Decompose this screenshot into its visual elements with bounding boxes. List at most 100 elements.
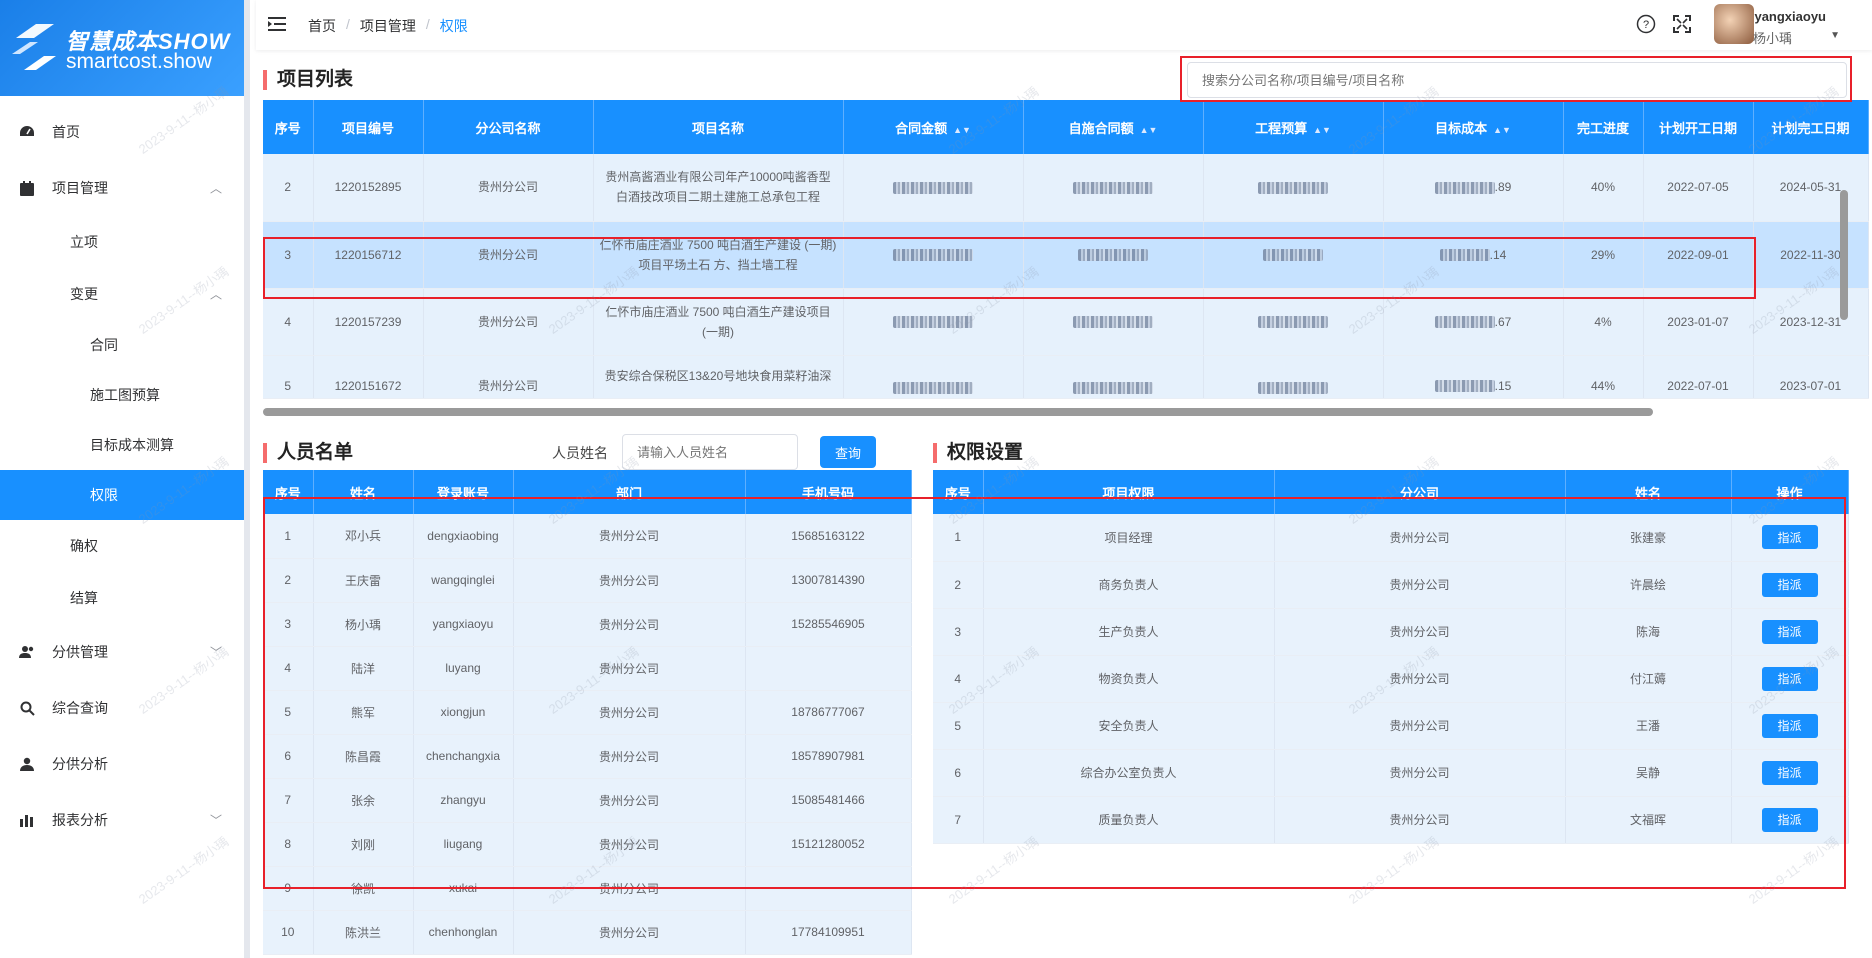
table-row[interactable]: 6 综合办公室负责人 贵州分公司 吴静 指派 (933, 749, 1849, 797)
assign-button[interactable]: 指派 (1761, 713, 1818, 738)
table-row[interactable]: 1 邓小兵 dengxiaobing 贵州分公司 15685163122 (263, 514, 912, 559)
sidebar-item-label: 分供分析 (52, 756, 108, 772)
assign-button[interactable]: 指派 (1761, 572, 1818, 597)
personnel-cell: 陈洪兰 (313, 910, 414, 955)
column-header-sortable[interactable]: 合同金额 ▲▼ (843, 100, 1024, 154)
assign-button[interactable]: 指派 (1761, 666, 1818, 691)
table-row[interactable]: 2 王庆雷 wangqinglei 贵州分公司 13007814390 (263, 558, 912, 603)
sort-icon[interactable]: ▲▼ (1140, 125, 1158, 135)
user-icon (18, 755, 36, 773)
sidebar-item-confirmation[interactable]: 确权 (0, 520, 244, 572)
help-icon[interactable]: ? (1636, 14, 1656, 34)
table-row[interactable]: 7 张余 zhangyu 贵州分公司 15085481466 (263, 778, 912, 823)
sidebar-item-home[interactable]: 首页 (0, 104, 244, 160)
assign-button[interactable]: 指派 (1761, 807, 1818, 832)
top-bar: 首页 / 项目管理 / 权限 ? yangxiaoyu 杨小瑀 ▼ (256, 0, 1872, 50)
cell-no: 3 (263, 221, 314, 289)
cell-progress: 40% (1563, 154, 1644, 222)
personnel-cell: 6 (263, 734, 314, 779)
avatar[interactable] (1714, 4, 1754, 44)
table-row[interactable]: 7 质量负责人 贵州分公司 文福晖 指派 (933, 796, 1849, 844)
breadcrumb-module[interactable]: 项目管理 (360, 16, 416, 36)
sidebar-item-change[interactable]: 变更 ︿ (0, 268, 244, 320)
permission-cell: 4 (933, 655, 984, 703)
personnel-cell: 刘刚 (313, 822, 414, 867)
query-button[interactable]: 查询 (820, 436, 876, 468)
sidebar-item-permission[interactable]: 权限 (0, 470, 244, 520)
sort-icon[interactable]: ▲▼ (1493, 125, 1511, 135)
sidebar-item-label: 立项 (70, 234, 98, 250)
column-header-sortable[interactable]: 自施合同额 ▲▼ (1023, 100, 1204, 154)
column-header: 序号 (263, 470, 314, 514)
table-row[interactable]: 10 陈洪兰 chenhonglan 贵州分公司 17784109951 (263, 910, 912, 955)
sidebar-item-settlement[interactable]: 结算 (0, 572, 244, 624)
assign-button[interactable]: 指派 (1761, 525, 1818, 550)
table-row-selected[interactable]: 3 1220156712 贵州分公司 仁怀市庙庄酒业 7500 吨白酒生产建设 … (263, 221, 1869, 289)
sidebar-item-subcontract[interactable]: 分供管理 ﹀ (0, 624, 244, 680)
personnel-cell: 17784109951 (745, 910, 912, 955)
assign-button[interactable]: 指派 (1761, 619, 1818, 644)
cell-code: 1220152895 (313, 154, 424, 222)
personnel-cell: 贵州分公司 (513, 910, 746, 955)
sidebar-item-query[interactable]: 综合查询 (0, 680, 244, 736)
table-row[interactable]: 5 熊军 xiongjun 贵州分公司 18786777067 (263, 690, 912, 735)
permission-cell: 文福晖 (1565, 796, 1732, 844)
user-name[interactable]: 杨小瑀 (1753, 28, 1792, 47)
personnel-cell: 9 (263, 866, 314, 911)
personnel-cell: 15121280052 (745, 822, 912, 867)
table-row[interactable]: 3 生产负责人 贵州分公司 陈海 指派 (933, 608, 1849, 656)
sidebar-item-contract[interactable]: 合同 (0, 320, 244, 370)
column-header: 登录账号 (413, 470, 514, 514)
table-row[interactable]: 4 物资负责人 贵州分公司 付江薅 指派 (933, 655, 1849, 703)
dashboard-icon (18, 123, 36, 141)
table-row[interactable]: 8 刘刚 liugang 贵州分公司 15121280052 (263, 822, 912, 867)
sidebar-item-label: 首页 (52, 124, 80, 140)
project-table: 序号 项目编号 分公司名称 项目名称 合同金额 ▲▼ 自施合同额 ▲▼ 工程预算 ▲▼… (263, 100, 1869, 399)
vertical-scrollbar[interactable] (1840, 190, 1848, 320)
personnel-name-label: 人员姓名 (552, 445, 608, 461)
cell-redacted (843, 154, 1024, 222)
user-account[interactable]: yangxiaoyu (1754, 9, 1826, 24)
assign-button[interactable]: 指派 (1761, 760, 1818, 785)
table-row[interactable]: 4 1220157239 贵州分公司 仁怀市庙庄酒业 7500 吨白酒生产建设项… (263, 288, 1869, 356)
sidebar-item-report-analysis[interactable]: 报表分析 ﹀ (0, 792, 244, 848)
sidebar-item-project-management[interactable]: 项目管理 ︿ (0, 160, 244, 216)
column-header: 项目名称 (593, 100, 844, 154)
personnel-cell: 贵州分公司 (513, 866, 746, 911)
sidebar-item-construction-budget[interactable]: 施工图预算 (0, 370, 244, 420)
column-header-sortable[interactable]: 目标成本 ▲▼ (1383, 100, 1564, 154)
menu-toggle-icon[interactable] (268, 16, 286, 32)
cell-progress: 4% (1563, 288, 1644, 356)
personnel-cell: chenhonglan (413, 910, 514, 955)
table-row[interactable]: 9 徐凯 xukai 贵州分公司 (263, 866, 912, 911)
table-row[interactable]: 1 项目经理 贵州分公司 张建豪 指派 (933, 514, 1849, 562)
sidebar-item-initiation[interactable]: 立项 (0, 216, 244, 268)
table-row[interactable]: 2 商务负责人 贵州分公司 许晨绘 指派 (933, 561, 1849, 609)
table-row[interactable]: 6 陈昌霞 chenchangxia 贵州分公司 18578907981 (263, 734, 912, 779)
column-header: 分公司 (1274, 470, 1566, 514)
table-row[interactable]: 5 1220151672 贵州分公司 贵安综合保税区13&20号地块食用菜籽油深… (263, 355, 1869, 399)
permission-cell: 付江薅 (1565, 655, 1732, 703)
project-search-input[interactable] (1187, 62, 1847, 98)
column-header-sortable[interactable]: 工程预算 ▲▼ (1203, 100, 1384, 154)
table-row[interactable]: 4 陆洋 luyang 贵州分公司 (263, 646, 912, 691)
horizontal-scrollbar[interactable] (263, 408, 1653, 416)
table-row[interactable]: 3 杨小瑀 yangxiaoyu 贵州分公司 15285546905 (263, 602, 912, 647)
table-row[interactable]: 5 安全负责人 贵州分公司 王潘 指派 (933, 702, 1849, 750)
sidebar-item-subcontract-analysis[interactable]: 分供分析 (0, 736, 244, 792)
column-header: 序号 (263, 100, 314, 154)
cell-project-name: 贵安综合保税区13&20号地块食用菜籽油深 (593, 355, 844, 399)
sort-icon[interactable]: ▲▼ (953, 125, 971, 135)
caret-down-icon[interactable]: ▼ (1830, 30, 1840, 41)
cell-redacted (1203, 288, 1384, 356)
breadcrumb-home[interactable]: 首页 (308, 16, 336, 36)
personnel-cell: 18786777067 (745, 690, 912, 735)
sidebar-item-target-cost[interactable]: 目标成本测算 (0, 420, 244, 470)
table-row[interactable]: 2 1220152895 贵州分公司 贵州高酱酒业有限公司年产10000吨酱香型… (263, 154, 1869, 222)
sort-icon[interactable]: ▲▼ (1313, 125, 1331, 135)
cell-no: 5 (263, 355, 314, 399)
fullscreen-icon[interactable] (1672, 14, 1692, 34)
personnel-name-input[interactable] (622, 434, 798, 470)
users-icon (18, 643, 36, 661)
logo[interactable]: 智慧成本SHOW smartcost.show (0, 0, 244, 96)
